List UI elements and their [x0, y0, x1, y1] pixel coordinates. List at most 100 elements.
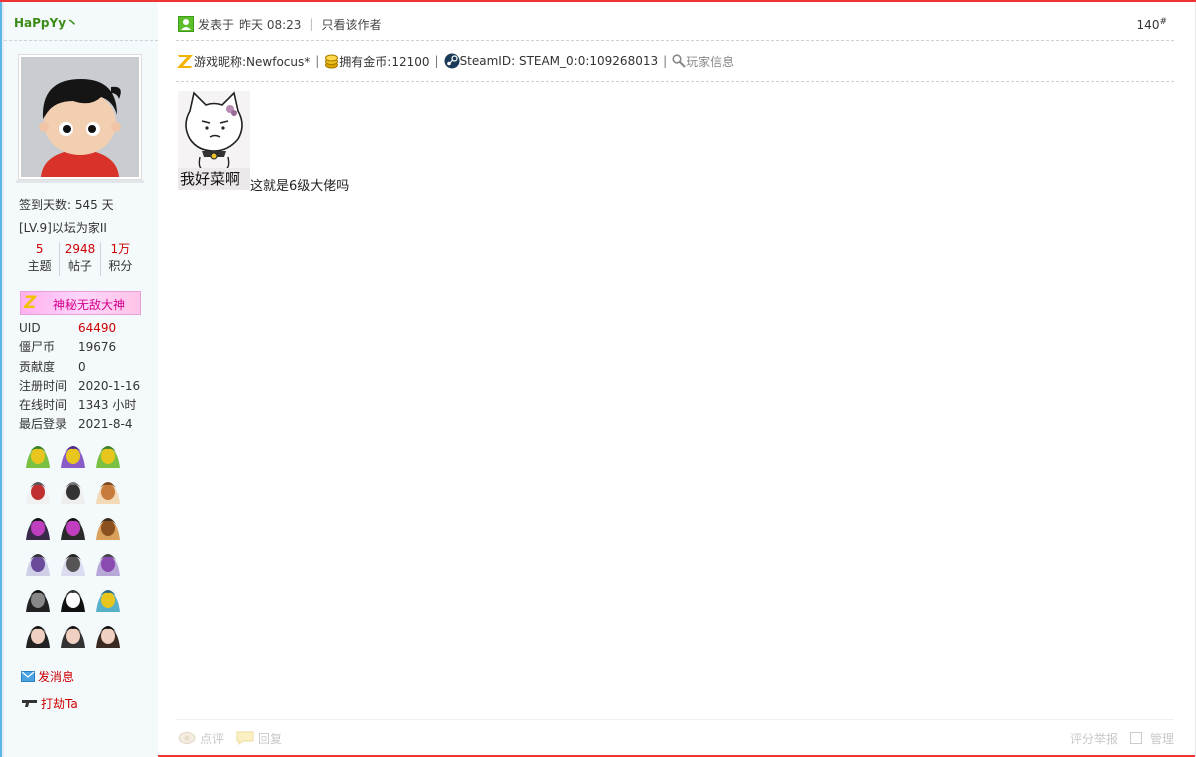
profile-row: UID 64490 — [19, 321, 149, 340]
count-threads-label: 主题 — [27, 259, 52, 273]
floor-number-mark: # — [1159, 17, 1167, 27]
count-posts-number: 2948 — [64, 242, 96, 256]
medal-icon[interactable] — [92, 510, 124, 546]
profile-row: 僵尸币 19676 — [19, 340, 149, 359]
game-info-bar: 游戏昵称:Newfocus* | 拥有金币:12100 | SteamID: S… — [177, 51, 734, 71]
post-actions: 点评 回复 — [178, 728, 294, 748]
send-message-label: 发消息 — [38, 670, 75, 684]
gold-text: 拥有金币:12100 — [339, 54, 430, 69]
post-content: 这就是6级大佬吗 — [250, 179, 350, 194]
medal-icon[interactable] — [22, 618, 54, 654]
info-separator: | — [315, 54, 320, 68]
medal-icon[interactable] — [57, 474, 89, 510]
count-threads[interactable]: 5 主题 — [20, 242, 61, 276]
info-separator: | — [663, 54, 668, 68]
rank-badge-z-icon: Z — [24, 293, 37, 313]
author-sidebar: HaPpYy丶 签到天数: 545 天 [LV.9]以坛为家II 5 主题 29… — [0, 2, 158, 757]
medal-icon[interactable] — [92, 582, 124, 618]
medal-icon[interactable] — [92, 474, 124, 510]
medal-image — [92, 618, 124, 654]
reply-icon — [236, 731, 254, 745]
medal-icon[interactable] — [57, 546, 89, 582]
profile-row: 最后登录 2021-8-4 — [19, 417, 149, 436]
rob-link[interactable]: 打劫Ta — [21, 695, 78, 712]
profile-key: 在线时间 — [19, 398, 68, 413]
medal-image — [92, 582, 124, 618]
rob-label: 打劫Ta — [41, 697, 78, 711]
profile-key: 僵尸币 — [19, 340, 56, 355]
profile-value-uid[interactable]: 64490 — [78, 321, 116, 340]
header-divider — [176, 40, 1174, 41]
avatar[interactable] — [18, 54, 142, 180]
medal-image — [57, 582, 89, 618]
medal-image — [22, 474, 54, 510]
profile-row: 注册时间 2020-1-16 — [19, 379, 149, 398]
profile-key: 最后登录 — [19, 417, 68, 432]
rate-button[interactable]: 评分 — [1070, 730, 1094, 747]
count-posts-label: 帖子 — [67, 259, 92, 273]
medal-image — [22, 582, 54, 618]
game-nickname-text: 游戏昵称:Newfocus* — [194, 54, 311, 69]
sticker-caption: 我好菜啊 — [178, 168, 250, 190]
profile-value: 19676 — [78, 340, 117, 355]
profile-key: 贡献度 — [19, 359, 56, 374]
player-info-link[interactable]: 玩家信息 — [672, 53, 734, 70]
medal-icon[interactable] — [57, 618, 89, 654]
rank-badge: Z 神秘无敌大神 — [20, 291, 141, 315]
gold-coin-icon — [325, 54, 339, 68]
author-name-link[interactable]: HaPpYy丶 — [14, 14, 78, 31]
z-logo-icon — [177, 54, 193, 68]
comment-label: 点评 — [200, 731, 225, 746]
author-profile: UID 64490 僵尸币 19676 贡献度 0 注册时间 2020-1-16… — [19, 321, 149, 437]
posted-prefix: 发表于 — [198, 17, 235, 32]
player-info-label: 玩家信息 — [686, 54, 735, 69]
medal-icon[interactable] — [22, 582, 54, 618]
user-level[interactable]: [LV.9]以坛为家II — [19, 219, 107, 236]
report-button[interactable]: 举报 — [1094, 730, 1118, 747]
gun-icon — [22, 700, 37, 707]
medal-image — [22, 546, 54, 582]
medal-image — [22, 510, 54, 546]
count-points-number: 1万 — [110, 242, 131, 256]
medal-icon[interactable] — [22, 438, 54, 474]
medal-icon[interactable] — [57, 582, 89, 618]
medal-image — [57, 510, 89, 546]
reply-button[interactable]: 回复 — [236, 730, 282, 747]
only-author-link[interactable]: 只看该作者 — [321, 16, 381, 33]
comment-button[interactable]: 点评 — [178, 730, 224, 747]
medal-icon[interactable] — [92, 546, 124, 582]
steam-icon — [444, 53, 460, 69]
medal-icon[interactable] — [92, 438, 124, 474]
steam-id-text: SteamID: STEAM_0:0:109268013 — [459, 54, 659, 68]
rank-badge-label: 神秘无敌大神 — [53, 298, 126, 312]
medal-image — [92, 474, 124, 510]
envelope-icon — [21, 671, 35, 682]
profile-row: 贡献度 0 — [19, 360, 149, 379]
medal-icon[interactable] — [22, 510, 54, 546]
medal-image — [57, 438, 89, 474]
floor-number[interactable]: 140# — [1137, 17, 1167, 32]
manage-checkbox[interactable] — [1129, 732, 1142, 744]
divider — [4, 40, 158, 41]
medal-icon[interactable] — [22, 474, 54, 510]
reply-label: 回复 — [258, 731, 283, 746]
floor-number-value: 140 — [1136, 18, 1160, 32]
count-posts[interactable]: 2948 帖子 — [60, 242, 101, 276]
medal-icon[interactable] — [92, 618, 124, 654]
medal-image — [57, 618, 89, 654]
profile-key: 注册时间 — [19, 378, 68, 393]
game-nickname: 游戏昵称:Newfocus* — [177, 53, 310, 70]
medal-icon[interactable] — [57, 510, 89, 546]
author-counts: 5 主题 2948 帖子 1万 积分 — [20, 242, 140, 276]
posted-time: 昨天 08:23 — [239, 17, 302, 32]
profile-value: 0 — [78, 359, 86, 374]
send-message-link[interactable]: 发消息 — [21, 668, 74, 685]
manage-button[interactable]: 管理 — [1150, 730, 1174, 747]
medal-icon[interactable] — [22, 546, 54, 582]
medal-image — [57, 546, 89, 582]
medal-icon[interactable] — [57, 438, 89, 474]
magnifier-icon — [672, 54, 686, 68]
medal-image — [92, 546, 124, 582]
medal-image — [92, 438, 124, 474]
count-points[interactable]: 1万 积分 — [101, 242, 140, 276]
